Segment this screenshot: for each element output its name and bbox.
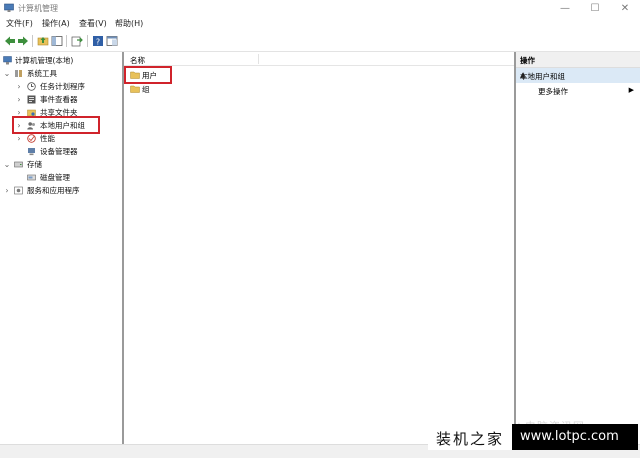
export-list-icon[interactable] <box>71 35 83 47</box>
chevron-down-icon[interactable]: ⌄ <box>3 160 11 169</box>
more-actions-label: 更多操作 <box>538 87 568 96</box>
watermark-brand-text: 装机之家 <box>436 430 505 448</box>
watermark-brand: 装机之家 <box>428 424 512 450</box>
tree-item-label: 设备管理器 <box>40 147 78 156</box>
collapse-up-icon[interactable]: ▲ <box>520 71 634 79</box>
folder-icon <box>130 85 140 93</box>
chevron-right-icon[interactable]: › <box>15 95 23 104</box>
tree-item-label: 任务计划程序 <box>40 82 85 91</box>
back-arrow-icon[interactable] <box>4 35 16 47</box>
menu-view[interactable]: 查看(V) <box>79 18 107 29</box>
computer-management-icon <box>4 3 14 12</box>
column-divider[interactable] <box>258 54 259 64</box>
chevron-right-icon[interactable]: › <box>3 186 11 195</box>
column-header[interactable]: 名称 <box>124 52 514 66</box>
chevron-right-icon: ▶ <box>628 86 634 94</box>
menu-help[interactable]: 帮助(H) <box>115 18 143 29</box>
actions-pane: 操作 本地用户和组 ▲ 更多操作 ▶ <box>516 52 640 444</box>
storage-icon <box>14 161 23 168</box>
toolbar: ? <box>0 31 640 52</box>
watermark-url: www.lotpc.com <box>512 424 638 450</box>
computer-management-icon <box>3 56 12 65</box>
actions-header: 操作 <box>516 52 640 68</box>
tree-item-label: 存储 <box>27 160 42 169</box>
navigation-tree: 计算机管理(本地) ⌄ 系统工具 › 任务计划程序 › 事件查看器 › 共享文件… <box>0 52 122 444</box>
actions-group[interactable]: 本地用户和组 ▲ <box>516 68 640 83</box>
tree-item-label: 系统工具 <box>27 69 57 78</box>
forward-arrow-icon[interactable] <box>17 35 29 47</box>
tree-item-label: 磁盘管理 <box>40 173 70 182</box>
disk-management-icon <box>27 174 36 181</box>
device-manager-icon <box>28 148 35 156</box>
actions-title: 操作 <box>520 56 535 65</box>
svg-text:?: ? <box>96 37 100 46</box>
chevron-right-icon[interactable]: › <box>15 134 23 143</box>
chevron-right-icon[interactable]: › <box>15 82 23 91</box>
help-icon[interactable]: ? <box>92 35 104 47</box>
close-button[interactable]: ✕ <box>610 0 640 17</box>
menu-file[interactable]: 文件(F) <box>6 18 33 29</box>
highlight-box <box>124 66 172 84</box>
tree-item-label: 服务和应用程序 <box>27 186 80 195</box>
highlight-box <box>12 116 100 134</box>
window-title: 计算机管理 <box>18 4 58 13</box>
more-actions-item[interactable]: 更多操作 ▶ <box>516 84 640 97</box>
toolbar-separator <box>66 35 67 47</box>
properties-icon[interactable] <box>106 35 118 47</box>
list-item-groups[interactable]: 组 <box>128 83 258 95</box>
menu-bar: 文件(F) 操作(A) 查看(V) 帮助(H) <box>0 17 640 31</box>
up-folder-icon[interactable] <box>37 35 49 47</box>
tree-item-label: 计算机管理(本地) <box>15 56 74 65</box>
system-tools-icon <box>15 70 22 77</box>
list-pane: 名称 用户 组 <box>124 52 514 444</box>
maximize-button[interactable]: ☐ <box>580 0 610 17</box>
column-name[interactable]: 名称 <box>130 55 145 66</box>
show-hide-tree-icon[interactable] <box>51 35 63 47</box>
minimize-button[interactable]: — <box>550 0 580 17</box>
clock-icon <box>27 82 36 91</box>
watermark-url-text: www.lotpc.com <box>520 429 619 444</box>
list-item-label: 组 <box>142 85 150 94</box>
chevron-down-icon[interactable]: ⌄ <box>3 69 11 78</box>
toolbar-separator <box>32 35 33 47</box>
event-viewer-icon <box>27 95 36 104</box>
performance-icon <box>27 134 36 143</box>
services-icon <box>14 186 23 195</box>
toolbar-separator <box>87 35 88 47</box>
tree-item-label: 事件查看器 <box>40 95 78 104</box>
title-bar: 计算机管理 — ☐ ✕ <box>0 0 640 17</box>
menu-action[interactable]: 操作(A) <box>42 18 70 29</box>
tree-item-label: 性能 <box>40 134 55 143</box>
